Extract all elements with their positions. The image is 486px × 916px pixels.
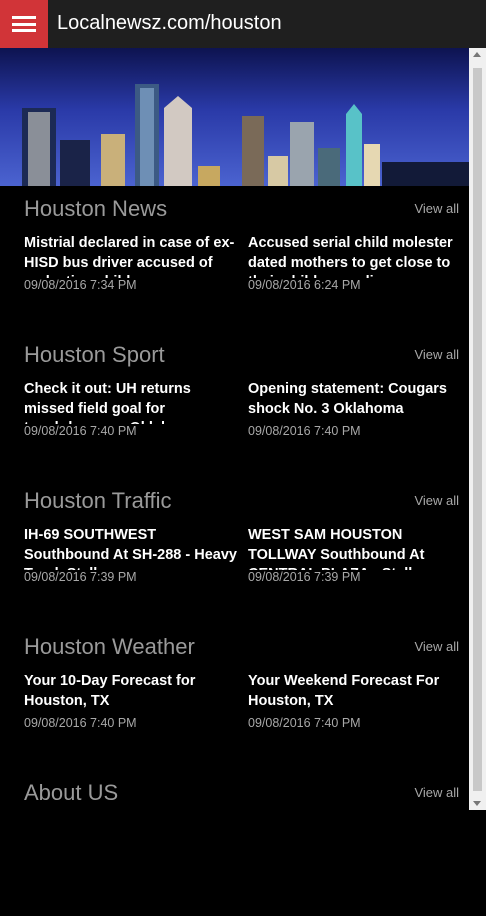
article-card[interactable]: Accused serial child molester dated moth… [248,234,464,292]
article-headline[interactable]: Accused serial child molester dated moth… [248,234,464,278]
article-card[interactable]: Your Weekend Forecast For Houston, TX 09… [248,672,464,730]
vertical-scrollbar[interactable] [469,48,486,810]
view-all-link[interactable]: View all [414,347,459,362]
section-houston-news: Houston News View all Mistrial declared … [0,186,469,332]
scroll-down-arrow-icon[interactable] [473,801,481,806]
section-title: Houston Traffic [24,488,172,513]
article-timestamp: 09/08/2016 7:40 PM [24,424,137,438]
article-headline[interactable]: IH-69 SOUTHWEST Southbound At SH-288 - H… [24,526,240,570]
article-headline[interactable]: Opening statement: Cougars shock No. 3 O… [248,380,464,424]
section-title: Houston Weather [24,634,195,659]
section-title: About US [24,780,119,805]
site-title: Localnewsz.com/houston [57,12,282,34]
article-card[interactable]: Mistrial declared in case of ex-HISD bus… [24,234,240,292]
section-houston-sport: Houston Sport View all Check it out: UH … [0,332,469,478]
scrollbar-thumb[interactable] [473,68,482,791]
article-headline[interactable]: Your 10-Day Forecast for Houston, TX [24,672,240,716]
article-card[interactable]: IH-69 SOUTHWEST Southbound At SH-288 - H… [24,526,240,584]
article-timestamp: 09/08/2016 7:40 PM [248,716,361,730]
article-timestamp: 09/08/2016 7:40 PM [24,716,137,730]
top-bar: Localnewsz.com/houston [0,0,486,48]
article-card[interactable]: WEST SAM HOUSTON TOLLWAY Southbound At C… [248,526,464,584]
article-headline[interactable]: Your Weekend Forecast For Houston, TX [248,672,464,716]
section-about-us: About US View all [0,770,469,916]
houston-skyline-banner [0,48,469,186]
article-card[interactable]: Check it out: UH returns missed field go… [24,380,240,438]
view-all-link[interactable]: View all [414,785,459,800]
content-area: Houston News View all Mistrial declared … [0,186,469,916]
section-houston-traffic: Houston Traffic View all IH-69 SOUTHWEST… [0,478,469,624]
article-timestamp: 09/08/2016 7:39 PM [248,570,361,584]
section-title: Houston Sport [24,342,165,367]
view-all-link[interactable]: View all [414,493,459,508]
article-timestamp: 09/08/2016 7:40 PM [248,424,361,438]
section-houston-weather: Houston Weather View all Your 10-Day For… [0,624,469,770]
article-headline[interactable]: Check it out: UH returns missed field go… [24,380,240,424]
hamburger-menu-icon [12,16,36,32]
article-card[interactable]: Your 10-Day Forecast for Houston, TX 09/… [24,672,240,730]
view-all-link[interactable]: View all [414,639,459,654]
article-headline[interactable]: WEST SAM HOUSTON TOLLWAY Southbound At C… [248,526,464,570]
menu-button[interactable] [0,0,48,48]
view-all-link[interactable]: View all [414,201,459,216]
article-card[interactable]: Opening statement: Cougars shock No. 3 O… [248,380,464,438]
article-timestamp: 09/08/2016 7:34 PM [24,278,137,292]
section-title: Houston News [24,196,168,221]
scroll-up-arrow-icon[interactable] [473,52,481,57]
article-timestamp: 09/08/2016 7:39 PM [24,570,137,584]
article-headline[interactable]: Mistrial declared in case of ex-HISD bus… [24,234,240,278]
article-timestamp: 09/08/2016 6:24 PM [248,278,361,292]
